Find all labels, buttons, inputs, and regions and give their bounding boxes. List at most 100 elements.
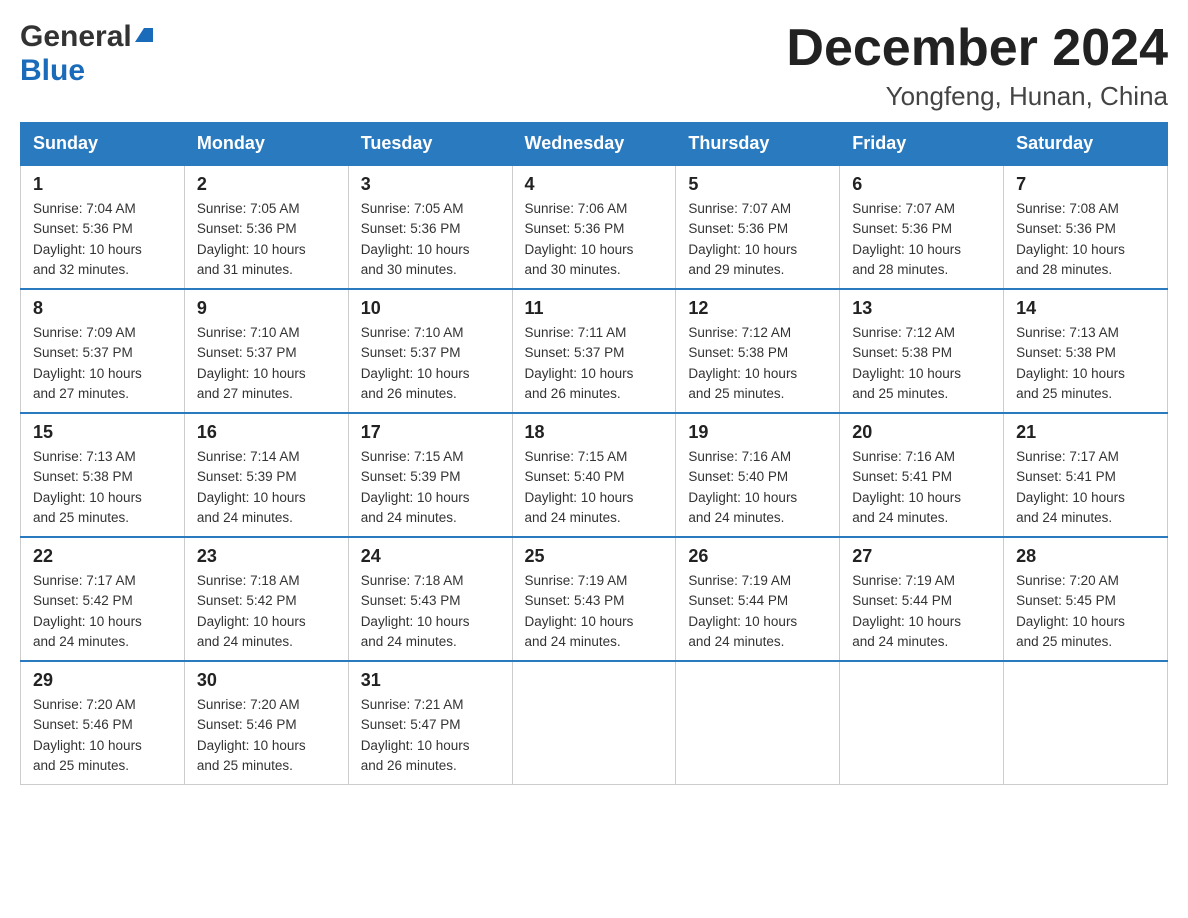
day-number: 11 <box>525 298 664 319</box>
day-number: 27 <box>852 546 991 567</box>
day-info: Sunrise: 7:12 AMSunset: 5:38 PMDaylight:… <box>688 323 827 404</box>
day-number: 21 <box>1016 422 1155 443</box>
day-cell: 17 Sunrise: 7:15 AMSunset: 5:39 PMDaylig… <box>348 413 512 537</box>
day-info: Sunrise: 7:07 AMSunset: 5:36 PMDaylight:… <box>688 199 827 280</box>
header-friday: Friday <box>840 123 1004 166</box>
day-info: Sunrise: 7:18 AMSunset: 5:43 PMDaylight:… <box>361 571 500 652</box>
day-number: 24 <box>361 546 500 567</box>
day-number: 7 <box>1016 174 1155 195</box>
logo-triangle-icon <box>135 28 144 42</box>
day-number: 3 <box>361 174 500 195</box>
header-thursday: Thursday <box>676 123 840 166</box>
day-cell: 12 Sunrise: 7:12 AMSunset: 5:38 PMDaylig… <box>676 289 840 413</box>
logo-blue-text: Blue <box>20 54 85 87</box>
day-cell: 26 Sunrise: 7:19 AMSunset: 5:44 PMDaylig… <box>676 537 840 661</box>
day-info: Sunrise: 7:19 AMSunset: 5:44 PMDaylight:… <box>688 571 827 652</box>
day-cell <box>512 661 676 785</box>
day-cell: 19 Sunrise: 7:16 AMSunset: 5:40 PMDaylig… <box>676 413 840 537</box>
day-cell: 25 Sunrise: 7:19 AMSunset: 5:43 PMDaylig… <box>512 537 676 661</box>
day-info: Sunrise: 7:13 AMSunset: 5:38 PMDaylight:… <box>33 447 172 528</box>
logo-general-text: General <box>20 20 132 54</box>
day-cell: 9 Sunrise: 7:10 AMSunset: 5:37 PMDayligh… <box>184 289 348 413</box>
week-row-5: 29 Sunrise: 7:20 AMSunset: 5:46 PMDaylig… <box>21 661 1168 785</box>
day-info: Sunrise: 7:20 AMSunset: 5:46 PMDaylight:… <box>33 695 172 776</box>
title-area: December 2024 Yongfeng, Hunan, China <box>786 20 1168 112</box>
day-cell: 18 Sunrise: 7:15 AMSunset: 5:40 PMDaylig… <box>512 413 676 537</box>
day-number: 25 <box>525 546 664 567</box>
day-info: Sunrise: 7:11 AMSunset: 5:37 PMDaylight:… <box>525 323 664 404</box>
day-info: Sunrise: 7:07 AMSunset: 5:36 PMDaylight:… <box>852 199 991 280</box>
day-cell: 24 Sunrise: 7:18 AMSunset: 5:43 PMDaylig… <box>348 537 512 661</box>
day-number: 15 <box>33 422 172 443</box>
day-number: 12 <box>688 298 827 319</box>
day-info: Sunrise: 7:17 AMSunset: 5:41 PMDaylight:… <box>1016 447 1155 528</box>
day-info: Sunrise: 7:10 AMSunset: 5:37 PMDaylight:… <box>361 323 500 404</box>
day-info: Sunrise: 7:12 AMSunset: 5:38 PMDaylight:… <box>852 323 991 404</box>
week-row-1: 1 Sunrise: 7:04 AMSunset: 5:36 PMDayligh… <box>21 165 1168 289</box>
day-info: Sunrise: 7:14 AMSunset: 5:39 PMDaylight:… <box>197 447 336 528</box>
week-row-3: 15 Sunrise: 7:13 AMSunset: 5:38 PMDaylig… <box>21 413 1168 537</box>
day-cell <box>840 661 1004 785</box>
day-cell: 23 Sunrise: 7:18 AMSunset: 5:42 PMDaylig… <box>184 537 348 661</box>
day-info: Sunrise: 7:15 AMSunset: 5:39 PMDaylight:… <box>361 447 500 528</box>
header-sunday: Sunday <box>21 123 185 166</box>
day-cell: 30 Sunrise: 7:20 AMSunset: 5:46 PMDaylig… <box>184 661 348 785</box>
calendar-table: SundayMondayTuesdayWednesdayThursdayFrid… <box>20 122 1168 785</box>
day-cell: 29 Sunrise: 7:20 AMSunset: 5:46 PMDaylig… <box>21 661 185 785</box>
logo: General Blue <box>20 20 153 88</box>
day-cell: 8 Sunrise: 7:09 AMSunset: 5:37 PMDayligh… <box>21 289 185 413</box>
day-cell: 3 Sunrise: 7:05 AMSunset: 5:36 PMDayligh… <box>348 165 512 289</box>
day-cell: 10 Sunrise: 7:10 AMSunset: 5:37 PMDaylig… <box>348 289 512 413</box>
day-info: Sunrise: 7:18 AMSunset: 5:42 PMDaylight:… <box>197 571 336 652</box>
day-number: 5 <box>688 174 827 195</box>
day-info: Sunrise: 7:15 AMSunset: 5:40 PMDaylight:… <box>525 447 664 528</box>
day-number: 2 <box>197 174 336 195</box>
day-info: Sunrise: 7:21 AMSunset: 5:47 PMDaylight:… <box>361 695 500 776</box>
day-cell: 7 Sunrise: 7:08 AMSunset: 5:36 PMDayligh… <box>1004 165 1168 289</box>
day-number: 9 <box>197 298 336 319</box>
day-cell: 21 Sunrise: 7:17 AMSunset: 5:41 PMDaylig… <box>1004 413 1168 537</box>
day-cell: 13 Sunrise: 7:12 AMSunset: 5:38 PMDaylig… <box>840 289 1004 413</box>
day-cell <box>676 661 840 785</box>
day-info: Sunrise: 7:20 AMSunset: 5:45 PMDaylight:… <box>1016 571 1155 652</box>
location-title: Yongfeng, Hunan, China <box>786 81 1168 112</box>
day-number: 1 <box>33 174 172 195</box>
week-row-2: 8 Sunrise: 7:09 AMSunset: 5:37 PMDayligh… <box>21 289 1168 413</box>
day-info: Sunrise: 7:13 AMSunset: 5:38 PMDaylight:… <box>1016 323 1155 404</box>
day-info: Sunrise: 7:06 AMSunset: 5:36 PMDaylight:… <box>525 199 664 280</box>
day-cell: 27 Sunrise: 7:19 AMSunset: 5:44 PMDaylig… <box>840 537 1004 661</box>
day-info: Sunrise: 7:08 AMSunset: 5:36 PMDaylight:… <box>1016 199 1155 280</box>
header-monday: Monday <box>184 123 348 166</box>
day-cell: 4 Sunrise: 7:06 AMSunset: 5:36 PMDayligh… <box>512 165 676 289</box>
day-info: Sunrise: 7:05 AMSunset: 5:36 PMDaylight:… <box>197 199 336 280</box>
day-cell: 16 Sunrise: 7:14 AMSunset: 5:39 PMDaylig… <box>184 413 348 537</box>
day-number: 22 <box>33 546 172 567</box>
day-cell: 15 Sunrise: 7:13 AMSunset: 5:38 PMDaylig… <box>21 413 185 537</box>
day-number: 31 <box>361 670 500 691</box>
day-cell: 2 Sunrise: 7:05 AMSunset: 5:36 PMDayligh… <box>184 165 348 289</box>
logo-triangle2-icon <box>144 28 153 42</box>
day-number: 29 <box>33 670 172 691</box>
week-row-4: 22 Sunrise: 7:17 AMSunset: 5:42 PMDaylig… <box>21 537 1168 661</box>
day-info: Sunrise: 7:04 AMSunset: 5:36 PMDaylight:… <box>33 199 172 280</box>
day-info: Sunrise: 7:09 AMSunset: 5:37 PMDaylight:… <box>33 323 172 404</box>
header-saturday: Saturday <box>1004 123 1168 166</box>
day-info: Sunrise: 7:17 AMSunset: 5:42 PMDaylight:… <box>33 571 172 652</box>
day-number: 23 <box>197 546 336 567</box>
day-number: 16 <box>197 422 336 443</box>
day-number: 30 <box>197 670 336 691</box>
day-number: 10 <box>361 298 500 319</box>
calendar-header-row: SundayMondayTuesdayWednesdayThursdayFrid… <box>21 123 1168 166</box>
day-cell: 20 Sunrise: 7:16 AMSunset: 5:41 PMDaylig… <box>840 413 1004 537</box>
day-info: Sunrise: 7:10 AMSunset: 5:37 PMDaylight:… <box>197 323 336 404</box>
day-number: 4 <box>525 174 664 195</box>
day-number: 6 <box>852 174 991 195</box>
day-number: 14 <box>1016 298 1155 319</box>
day-info: Sunrise: 7:19 AMSunset: 5:43 PMDaylight:… <box>525 571 664 652</box>
day-number: 8 <box>33 298 172 319</box>
day-number: 17 <box>361 422 500 443</box>
day-cell: 1 Sunrise: 7:04 AMSunset: 5:36 PMDayligh… <box>21 165 185 289</box>
day-cell <box>1004 661 1168 785</box>
day-cell: 11 Sunrise: 7:11 AMSunset: 5:37 PMDaylig… <box>512 289 676 413</box>
day-info: Sunrise: 7:05 AMSunset: 5:36 PMDaylight:… <box>361 199 500 280</box>
